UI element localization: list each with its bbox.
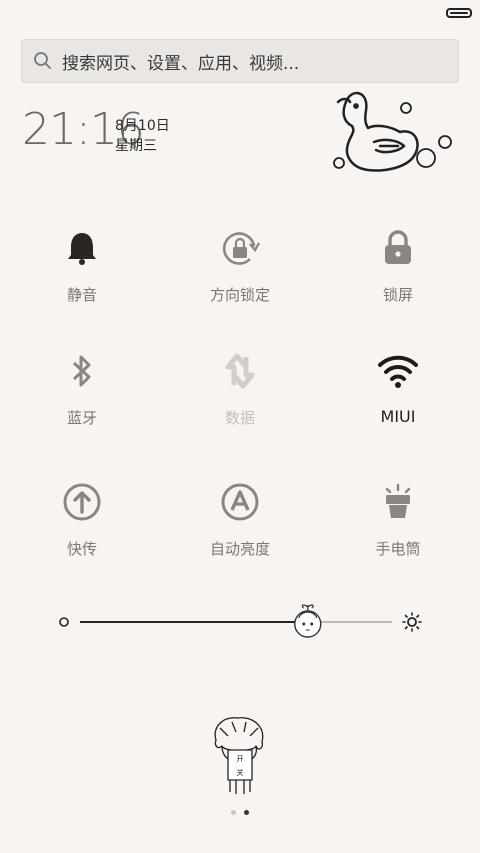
search-icon xyxy=(34,52,51,69)
quick-transfer-icon xyxy=(62,482,102,522)
svg-text:开: 开 xyxy=(237,755,244,763)
toggle-label: MIUI xyxy=(380,407,416,426)
bluetooth-icon xyxy=(62,351,102,391)
page-indicator xyxy=(0,810,480,815)
bell-icon xyxy=(62,228,102,268)
toggle-auto-brightness[interactable]: 自动亮度 xyxy=(180,482,300,582)
battery-icon xyxy=(446,8,472,18)
rotation-lock-icon xyxy=(220,228,260,268)
toggle-label: 数据 xyxy=(224,409,255,427)
toggle-mobile-data[interactable]: 数据 xyxy=(180,351,300,451)
duck-illustration xyxy=(333,91,452,172)
wifi-icon xyxy=(378,351,418,391)
toggle-label: 锁屏 xyxy=(382,286,413,304)
toggle-quick-transfer[interactable]: 快传 xyxy=(22,482,142,582)
toggle-rotation-lock[interactable]: 方向锁定 xyxy=(180,228,300,328)
toggle-flashlight[interactable]: 手电筒 xyxy=(338,482,458,582)
svg-text:关: 关 xyxy=(237,768,244,777)
search-placeholder: 搜索网页、设置、应用、视频... xyxy=(62,53,300,74)
toggle-lock-screen[interactable]: 锁屏 xyxy=(338,228,458,328)
toggle-label: 自动亮度 xyxy=(209,540,270,558)
toggle-bluetooth[interactable]: 蓝牙 xyxy=(22,351,142,451)
toggle-wifi[interactable]: MIUI xyxy=(338,351,458,451)
toggle-label: 蓝牙 xyxy=(66,409,97,427)
mobile-data-icon xyxy=(220,351,260,391)
page-dot[interactable] xyxy=(231,810,236,815)
date-label: 8月10日 xyxy=(115,118,170,134)
slider-thumb[interactable] xyxy=(294,604,322,638)
weekday-label: 星期三 xyxy=(115,138,157,154)
flashlight-icon xyxy=(378,482,418,522)
toggle-label: 快传 xyxy=(66,540,97,558)
auto-brightness-icon xyxy=(220,482,260,522)
boy-illustration: 开 关 xyxy=(214,717,264,794)
toggle-label: 手电筒 xyxy=(375,540,421,558)
brightness-high-icon xyxy=(402,612,422,632)
toggle-label: 方向锁定 xyxy=(209,286,270,304)
search-bar[interactable]: 搜索网页、设置、应用、视频... xyxy=(21,39,459,83)
brightness-slider[interactable] xyxy=(58,604,426,640)
toggle-label: 静音 xyxy=(66,286,97,304)
padlock-icon xyxy=(378,228,418,268)
toggle-silent[interactable]: 静音 xyxy=(22,228,142,328)
brightness-low-icon xyxy=(59,617,69,627)
clock-date[interactable]: 8月10日 星期三 xyxy=(115,116,170,156)
page-dot-active[interactable] xyxy=(244,810,249,815)
